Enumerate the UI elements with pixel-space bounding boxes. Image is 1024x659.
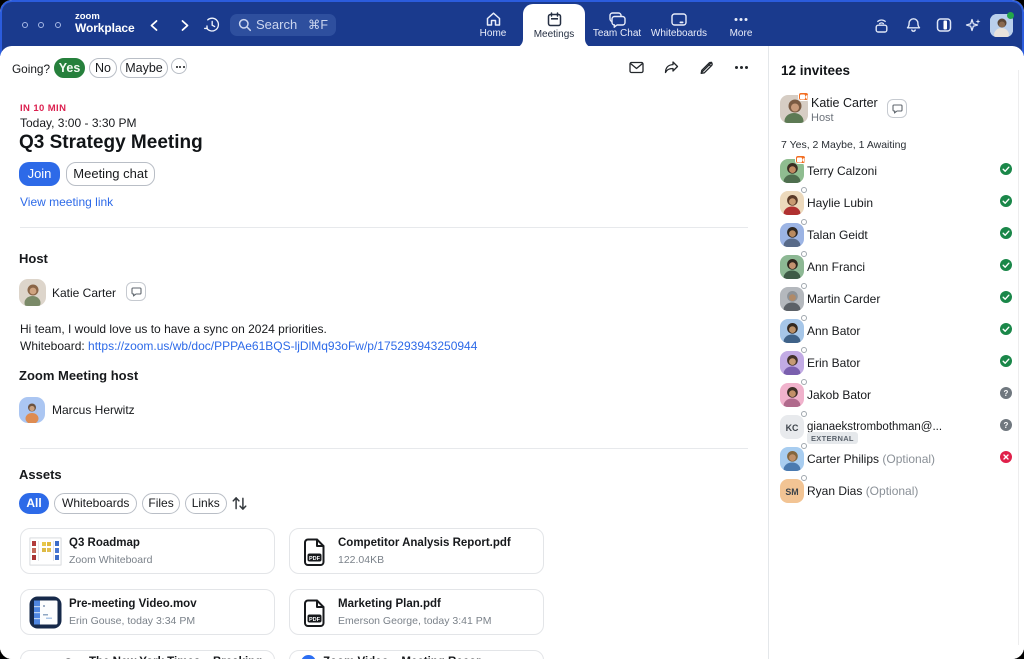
svg-text:?: ?: [1004, 421, 1009, 430]
svg-text:SM: SM: [785, 487, 798, 497]
svg-text:PDF: PDF: [309, 556, 321, 562]
svg-text:?: ?: [1004, 389, 1009, 398]
svg-text:PDF: PDF: [309, 617, 321, 623]
svg-text:KC: KC: [786, 423, 799, 433]
